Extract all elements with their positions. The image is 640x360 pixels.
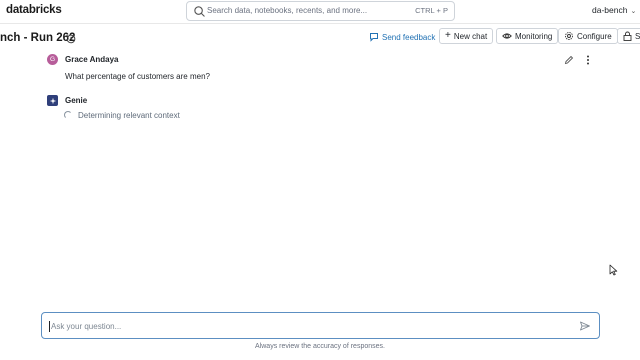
monitoring-label: Monitoring (515, 31, 553, 41)
gear-icon (565, 32, 573, 40)
genie-avatar (47, 95, 58, 106)
ask-question-placeholder: Ask your question... (51, 322, 122, 331)
pencil-icon (564, 55, 574, 65)
ask-question-input[interactable]: Ask your question... (41, 312, 600, 339)
edit-message-button[interactable] (563, 54, 575, 66)
databricks-logo[interactable]: databricks (6, 4, 62, 16)
mouse-cursor-icon (609, 264, 618, 276)
text-caret (49, 321, 50, 332)
plus-icon: + (445, 30, 451, 41)
search-icon (194, 6, 205, 17)
loading-spinner-icon (64, 111, 72, 119)
share-label: Sh (635, 31, 640, 41)
user-name: Grace Andaya (65, 55, 119, 64)
chat-bubble-icon (370, 33, 378, 42)
send-feedback-button[interactable]: Send feedback (369, 30, 435, 44)
configure-button[interactable]: Configure (558, 28, 618, 44)
user-message-text: What percentage of customers are men? (65, 72, 210, 81)
assistant-name: Genie (65, 96, 88, 105)
sparkle-icon (49, 97, 56, 104)
search-placeholder: Search data, notebooks, recents, and mor… (207, 6, 368, 15)
new-chat-label: New chat (453, 31, 488, 41)
history-icon[interactable] (65, 33, 77, 45)
workspace-switcher[interactable]: da-bench ⌄ (592, 5, 636, 15)
more-options-button[interactable] (582, 54, 594, 66)
new-chat-button[interactable]: + New chat (439, 28, 494, 44)
lock-icon (623, 31, 632, 41)
configure-label: Configure (577, 31, 612, 41)
top-nav-bar: databricks Search data, notebooks, recen… (0, 0, 640, 24)
share-button[interactable]: Sh (617, 28, 640, 44)
accuracy-disclaimer: Always review the accuracy of responses. (255, 343, 385, 350)
chevron-down-icon: ⌄ (630, 8, 637, 15)
kebab-menu-icon (587, 55, 589, 65)
user-avatar: G (47, 54, 58, 65)
eye-icon (502, 33, 512, 39)
workspace-name: da-bench (592, 5, 628, 15)
monitoring-button[interactable]: Monitoring (496, 28, 559, 44)
global-search-input[interactable]: Search data, notebooks, recents, and mor… (186, 1, 455, 21)
assistant-status-text: Determining relevant context (78, 111, 180, 120)
send-feedback-label: Send feedback (382, 32, 436, 42)
search-shortcut: CTRL + P (415, 6, 448, 15)
send-icon[interactable] (579, 320, 591, 332)
